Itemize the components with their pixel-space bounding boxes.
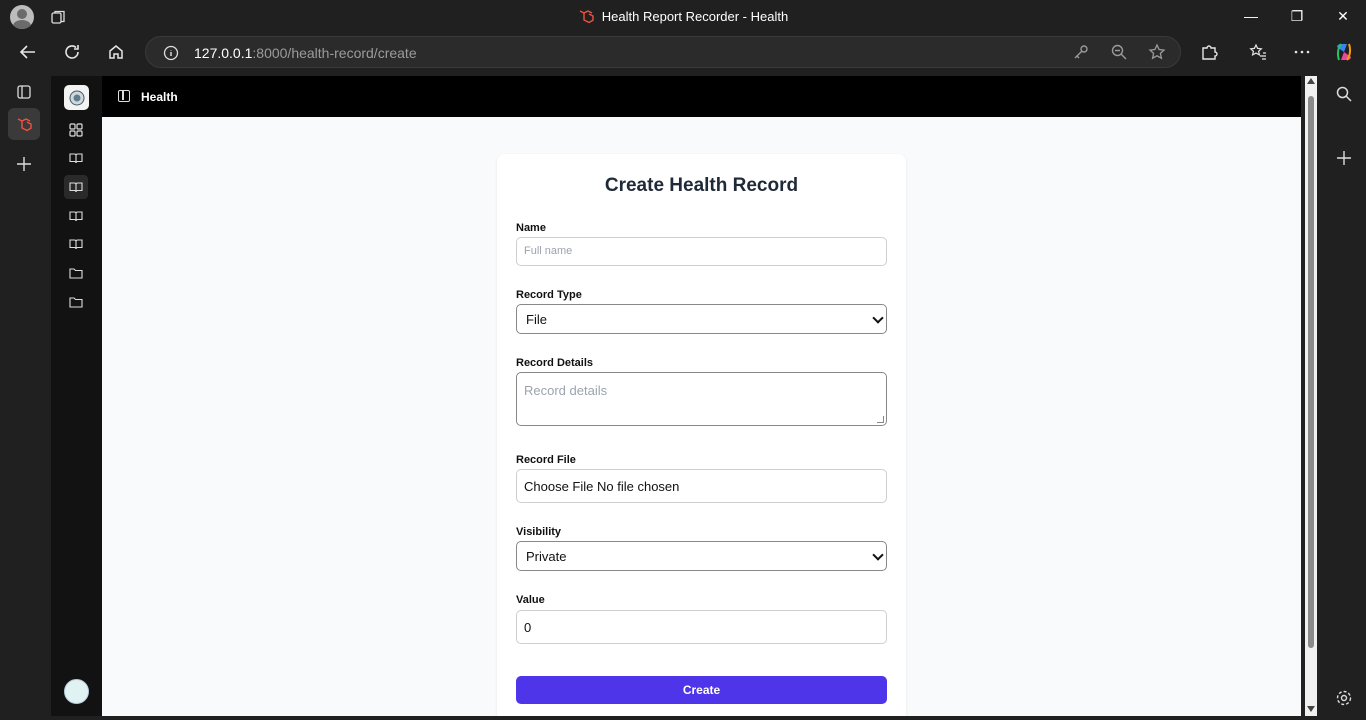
puzzle-icon	[1202, 45, 1218, 60]
copilot-icon	[1336, 43, 1352, 61]
header-title: Health	[141, 90, 178, 104]
more-dots-icon	[1294, 50, 1310, 54]
book-icon	[69, 239, 83, 250]
scroll-down-icon[interactable]	[1307, 706, 1315, 712]
url-host: 127.0.0.1	[194, 45, 253, 61]
sidebar-right-strip	[1322, 72, 1366, 720]
book-icon	[69, 211, 83, 222]
sidebar-toggle-icon[interactable]	[118, 90, 130, 102]
close-button[interactable]: ✕	[1320, 0, 1366, 32]
scroll-up-icon[interactable]	[1307, 78, 1315, 84]
sidebar-item-records-2[interactable]	[64, 175, 88, 199]
record-type-label: Record Type	[516, 289, 582, 301]
chevron-down-icon	[872, 549, 884, 561]
name-input[interactable]: Full name	[516, 237, 887, 266]
record-file-label: Record File	[516, 454, 576, 466]
scrollbar-thumb[interactable]	[1308, 96, 1314, 648]
favorites-button[interactable]	[1244, 38, 1272, 66]
resize-handle-icon[interactable]	[877, 416, 884, 423]
page-scrollbar[interactable]	[1305, 76, 1317, 716]
visibility-select[interactable]: Private	[516, 541, 887, 571]
favorite-star-icon[interactable]	[1148, 43, 1166, 61]
chevron-down-icon	[872, 312, 884, 324]
folder-icon	[69, 268, 83, 279]
favorites-list-icon	[1249, 43, 1266, 60]
book-open-icon	[69, 153, 83, 164]
search-button[interactable]	[1332, 82, 1356, 106]
tab-actions-button[interactable]	[8, 76, 40, 108]
back-button[interactable]	[14, 38, 42, 66]
minimize-button[interactable]: —	[1228, 0, 1274, 32]
extensions-button[interactable]	[1195, 38, 1223, 66]
window-title-text: Health Report Recorder - Health	[601, 8, 789, 24]
sidebar-item-dashboard[interactable]	[67, 121, 85, 139]
form-title: Create Health Record	[604, 175, 799, 196]
vertical-tab-strip	[0, 72, 48, 720]
sidebar-item-records-3[interactable]	[67, 207, 85, 225]
tab-health-report[interactable]	[8, 108, 40, 140]
password-key-icon[interactable]	[1072, 43, 1090, 61]
plus-icon	[1337, 151, 1351, 165]
sidebar-item-folder-2[interactable]	[67, 293, 85, 311]
record-details-textarea[interactable]: Record details	[516, 372, 887, 426]
record-details-placeholder: Record details	[524, 383, 608, 398]
sidebar-settings-button[interactable]	[1332, 686, 1356, 710]
refresh-button[interactable]	[58, 38, 86, 66]
name-label: Name	[516, 222, 546, 234]
visibility-value: Private	[526, 549, 567, 564]
address-bar-actions	[1072, 43, 1166, 61]
window-title: Health Report Recorder - Health	[0, 8, 1366, 24]
refresh-icon	[65, 45, 79, 59]
app-logo[interactable]	[64, 85, 89, 110]
window-controls: — ❐ ✕	[1228, 0, 1366, 32]
site-info-icon[interactable]	[163, 45, 179, 61]
logo-emblem-icon	[69, 90, 84, 105]
add-sidebar-app-button[interactable]	[1332, 146, 1356, 170]
home-icon	[109, 45, 123, 59]
folder-icon	[69, 297, 83, 308]
search-icon	[1336, 86, 1352, 102]
browser-toolbar: 127.0.0.1:8000/health-record/create	[0, 32, 1366, 72]
record-details-label: Record Details	[516, 357, 594, 369]
grid-icon	[69, 123, 83, 137]
sidebar-item-records-4[interactable]	[67, 235, 85, 253]
no-file-chosen-text: No file chosen	[597, 479, 680, 494]
home-button[interactable]	[102, 38, 130, 66]
sidebar-item-records-1[interactable]	[67, 149, 85, 167]
record-file-text: Choose File No file chosen	[524, 479, 679, 494]
sidebar-item-folder-1[interactable]	[67, 264, 85, 282]
zoom-out-icon[interactable]	[1110, 43, 1128, 61]
app-header: Health	[102, 76, 1301, 117]
record-type-value: File	[526, 312, 547, 327]
tab-panel-icon	[17, 85, 31, 99]
book-open-icon	[69, 182, 83, 193]
record-type-select[interactable]: File	[516, 304, 887, 334]
app-sidebar	[51, 76, 102, 716]
choose-file-button[interactable]: Choose File	[524, 479, 593, 494]
laravel-logo-icon	[579, 10, 594, 24]
value-label: Value	[516, 594, 545, 606]
new-tab-button[interactable]	[8, 148, 40, 180]
copilot-button[interactable]	[1330, 38, 1358, 66]
address-bar[interactable]: 127.0.0.1:8000/health-record/create	[145, 36, 1181, 68]
record-file-input[interactable]: Choose File No file chosen	[516, 469, 887, 503]
gear-icon	[1336, 690, 1352, 706]
user-avatar[interactable]	[64, 679, 89, 704]
value-input[interactable]: 0	[516, 610, 887, 644]
value-text: 0	[524, 620, 532, 635]
create-record-card: Create Health Record Name Full name Reco…	[497, 154, 906, 716]
back-arrow-icon	[19, 45, 35, 59]
more-menu-button[interactable]	[1288, 38, 1316, 66]
window-title-bar: Health Report Recorder - Health — ❐ ✕	[0, 0, 1366, 32]
page-viewport: Health Create Health Record Name Full na…	[51, 76, 1301, 716]
restore-button[interactable]: ❐	[1274, 0, 1320, 32]
main-content: Create Health Record Name Full name Reco…	[102, 117, 1301, 716]
plus-icon	[17, 157, 31, 171]
create-button[interactable]: Create	[516, 676, 887, 704]
url-path: :8000/health-record/create	[252, 45, 417, 61]
visibility-label: Visibility	[516, 526, 562, 538]
url-text[interactable]: 127.0.0.1:8000/health-record/create	[194, 45, 417, 61]
laravel-favicon-icon	[17, 118, 32, 132]
name-placeholder: Full name	[524, 245, 573, 257]
